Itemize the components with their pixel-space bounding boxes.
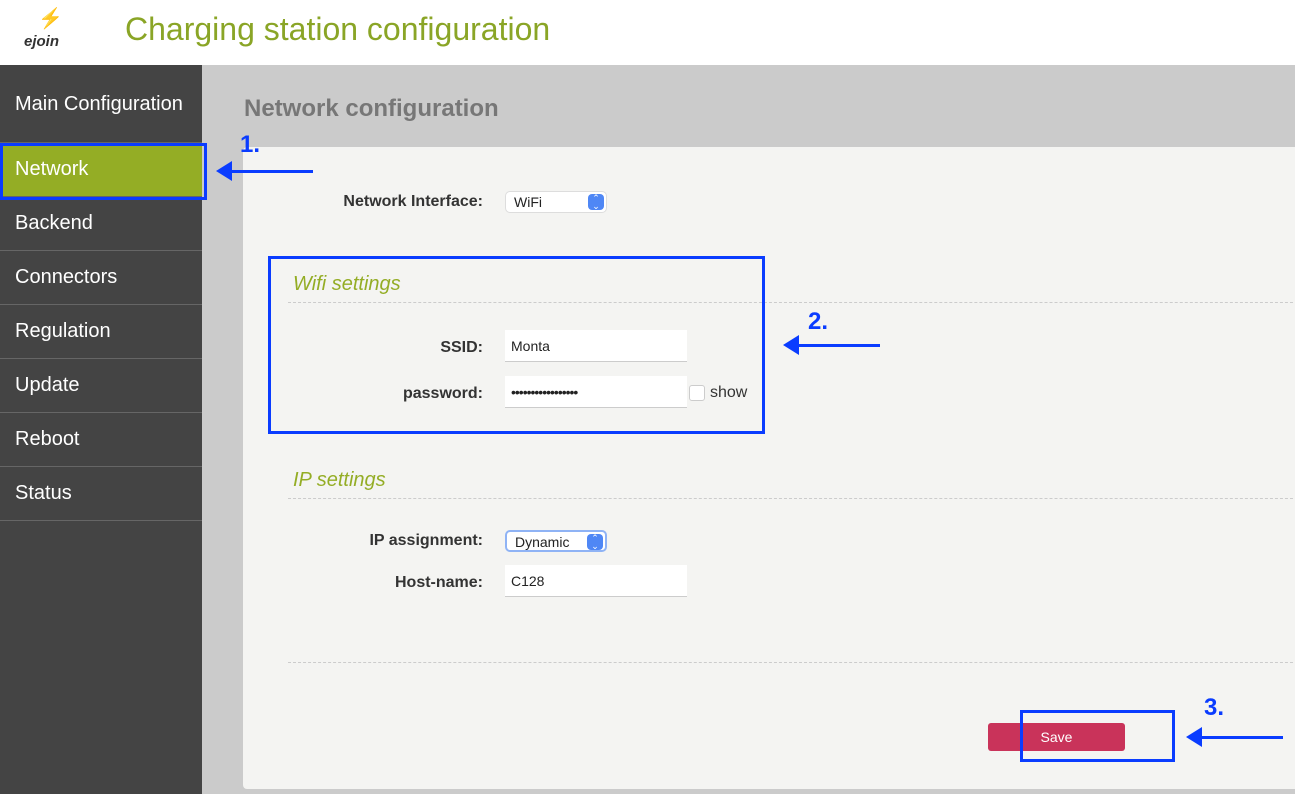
- annotation-box-network: [0, 143, 207, 200]
- network-interface-label: Network Interface:: [343, 193, 483, 210]
- annotation-step-1: 1.: [240, 131, 261, 158]
- config-panel: Network Interface: WiFi ⌃ ⌄ Wifi settings …: [243, 147, 1295, 789]
- annotation-arrow-2: [783, 335, 880, 355]
- sidebar-item-regulation[interactable]: Regulation: [0, 305, 202, 359]
- chevron-updown-icon: ⌃ ⌄: [587, 534, 603, 551]
- sidebar-item-connectors[interactable]: Connectors: [0, 251, 202, 305]
- annotation-box-wifi: [268, 256, 765, 434]
- app-title: Charging station configuration: [125, 11, 551, 47]
- sidebar-item-reboot[interactable]: Reboot: [0, 413, 202, 467]
- page-title: Network configuration: [244, 95, 499, 122]
- network-interface-select[interactable]: WiFi ⌃ ⌄: [505, 191, 607, 213]
- sidebar-item-backend[interactable]: Backend: [0, 197, 202, 251]
- annotation-arrow-1: [216, 161, 313, 181]
- hostname-label: Host-name:: [394, 574, 483, 591]
- divider: [288, 662, 1295, 663]
- sidebar-item-update[interactable]: Update: [0, 359, 202, 413]
- divider: [288, 498, 1295, 499]
- annotation-step-3: 3.: [1204, 694, 1225, 721]
- sidebar-item-main-configuration[interactable]: Main Configuration: [0, 65, 202, 143]
- chevron-updown-icon: ⌃ ⌄: [588, 194, 604, 211]
- annotation-step-2: 2.: [808, 308, 829, 335]
- hostname-input[interactable]: [505, 565, 687, 597]
- annotation-box-save: [1020, 710, 1175, 762]
- sidebar-item-status[interactable]: Status: [0, 467, 202, 521]
- ejoin-logo: ⚡ ejoin: [24, 8, 63, 50]
- ip-assignment-label: IP assignment:: [369, 532, 483, 549]
- ip-assignment-select[interactable]: Dynamic ⌃ ⌄: [505, 530, 607, 552]
- annotation-arrow-3: [1186, 727, 1283, 747]
- header: ⚡ ejoin Charging station configuration: [0, 0, 1295, 65]
- ip-settings-heading: IP settings: [293, 469, 386, 491]
